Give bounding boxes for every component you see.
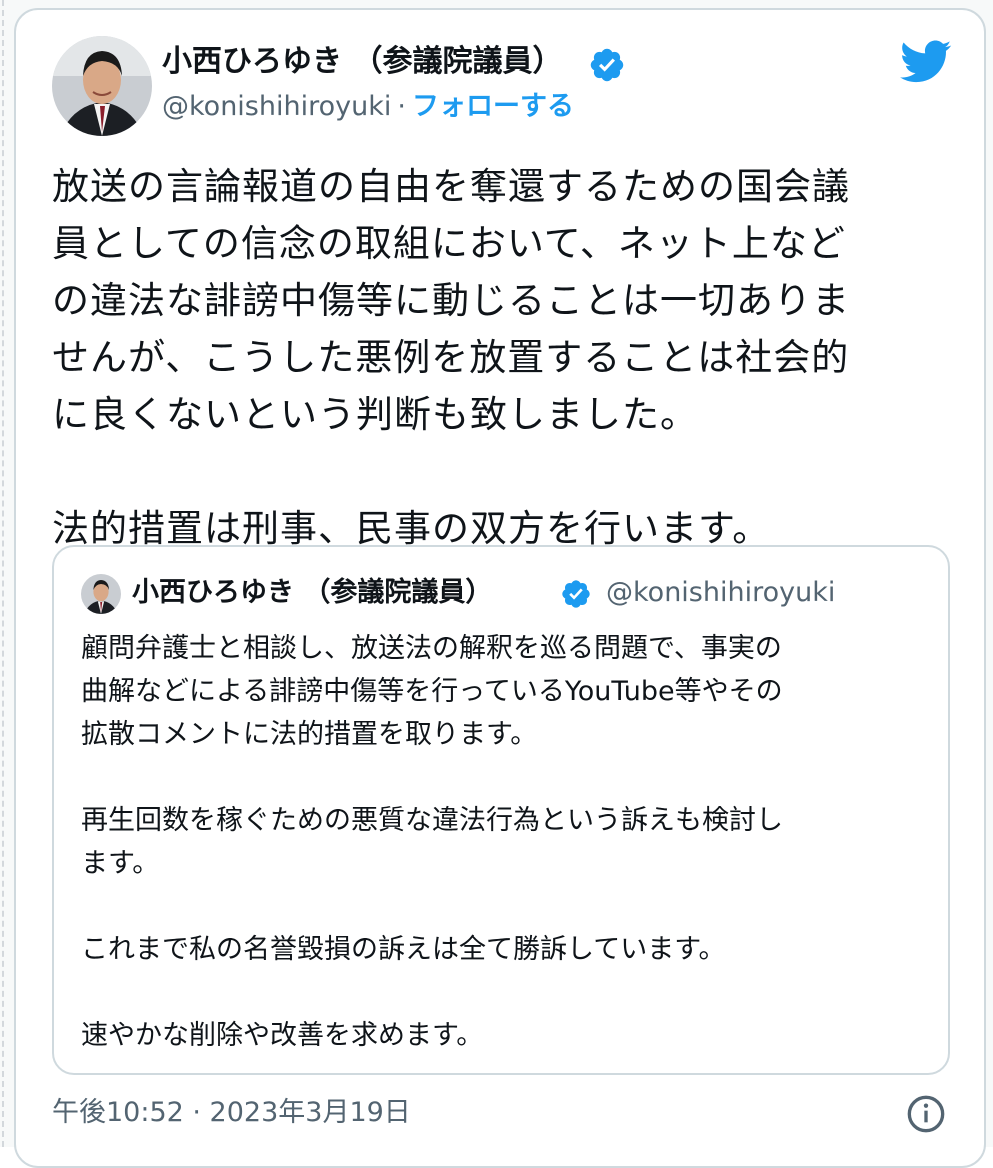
timeline-divider: [2, 0, 6, 1147]
tweet-timestamp[interactable]: 午後10:52 · 2023年3月19日: [52, 1095, 411, 1131]
tweet-text: 放送の言論報道の自由を奪還するための国会議 員としての信念の取組において、ネット…: [52, 165, 850, 550]
quoted-author-handle: @konishihiroyuki: [606, 577, 836, 608]
info-icon[interactable]: [906, 1094, 946, 1134]
page-background: 小西ひろゆき （参議院議員） @konishihiroyuki · フォローする 放…: [0, 0, 993, 1168]
follow-button[interactable]: フォローする: [412, 91, 574, 122]
twitter-bird-icon[interactable]: [900, 40, 952, 84]
author-handle-row: @konishihiroyuki · フォローする: [162, 88, 574, 126]
author-handle[interactable]: @konishihiroyuki: [162, 91, 391, 122]
quoted-tweet-text: 顧問弁護士と相談し、放送法の解釈を巡る問題で、事実の 曲解などによる誹謗中傷等を…: [81, 633, 783, 1051]
quoted-tweet[interactable]: 小西ひろゆき （参議院議員） @konishihiroyuki 顧問弁護士と相談…: [52, 545, 950, 1075]
separator-dot: ·: [397, 91, 406, 122]
author-avatar[interactable]: [52, 36, 152, 136]
author-name[interactable]: 小西ひろゆき （参議院議員）: [162, 42, 562, 82]
verified-badge-icon: [588, 46, 626, 84]
quoted-verified-badge-icon: [560, 578, 592, 610]
quoted-author-avatar: [81, 574, 121, 614]
quoted-author-name: 小西ひろゆき （参議院議員）: [132, 577, 493, 608]
